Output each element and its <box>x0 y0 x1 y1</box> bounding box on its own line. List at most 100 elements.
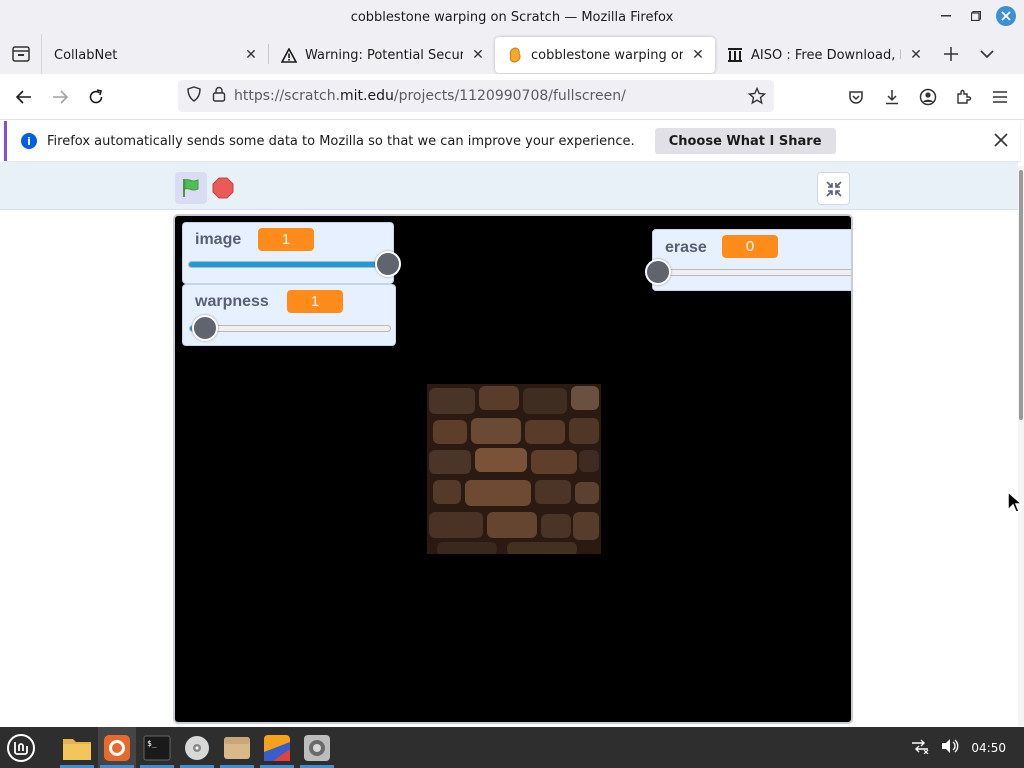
choose-what-i-share-button[interactable]: Choose What I Share <box>654 128 836 154</box>
monitor-label: image <box>195 231 242 248</box>
monitor-slider-track[interactable] <box>188 261 388 268</box>
list-all-tabs-button[interactable] <box>969 36 1005 72</box>
notification-message: Firefox automatically sends some data to… <box>47 133 635 149</box>
downloads-button[interactable] <box>874 79 910 115</box>
firefox-icon <box>104 734 130 761</box>
reload-button[interactable] <box>78 79 114 115</box>
linux-mint-icon <box>7 733 35 762</box>
download-icon <box>886 90 898 105</box>
scrollbar-thumb[interactable] <box>1019 170 1023 420</box>
scratch-page: image 1 warpness 1 erase 0 <box>0 162 1018 727</box>
disc-icon <box>185 735 209 760</box>
unfullscreen-icon <box>825 180 842 197</box>
back-button[interactable] <box>6 79 42 115</box>
back-arrow-icon <box>16 89 31 104</box>
window-controls <box>936 6 1016 26</box>
tab-close-button[interactable]: ✕ <box>242 47 260 63</box>
monitor-value: 0 <box>722 235 778 258</box>
data-collection-notification: i Firefox automatically sends some data … <box>4 121 1020 161</box>
tab-aiso[interactable]: AISO : Free Download, Borrow ✕ <box>715 37 933 73</box>
tab-strip: CollabNet ✕ Warning: Potential Security … <box>0 34 1024 74</box>
tab-title: AISO : Free Download, Borrow <box>751 47 901 63</box>
account-button[interactable] <box>910 79 946 115</box>
maximize-button[interactable] <box>966 6 986 26</box>
restore-icon <box>971 11 981 21</box>
tab-title: CollabNet <box>54 47 118 63</box>
monitor-image: image 1 <box>182 222 401 284</box>
stop-icon <box>212 177 234 199</box>
taskbar-archive[interactable] <box>218 727 256 768</box>
window-titlebar: cobblestone warping on Scratch — Mozilla… <box>0 0 1024 34</box>
toolbar-buttons <box>838 79 1024 115</box>
taskbar: $_ 04:50 <box>0 727 1024 768</box>
monitor-slider-thumb[interactable] <box>645 259 671 285</box>
page-scrollbar[interactable] <box>1018 166 1024 726</box>
tab-title: Warning: Potential Security Risk <box>305 47 463 63</box>
window-title: cobblestone warping on Scratch — Mozilla… <box>350 9 674 25</box>
plus-icon <box>944 47 958 61</box>
monitor-value: 1 <box>258 228 314 251</box>
monitor-warpness: warpness 1 <box>182 284 396 346</box>
monitor-label: warpness <box>195 293 269 310</box>
close-window-button[interactable] <box>996 6 1016 26</box>
volume-icon[interactable] <box>941 738 959 758</box>
taskbar-drawing[interactable] <box>258 727 296 768</box>
close-icon <box>994 133 1008 147</box>
navigation-bar: https://scratch.mit.edu/projects/1120990… <box>0 74 1024 120</box>
tab-security-warning[interactable]: Warning: Potential Security Risk ✕ <box>269 37 495 73</box>
extensions-button[interactable] <box>946 79 982 115</box>
network-icon[interactable] <box>911 738 929 758</box>
bookmark-star-icon[interactable] <box>747 86 767 109</box>
monitor-slider-track[interactable] <box>658 269 851 276</box>
forward-button[interactable] <box>42 79 78 115</box>
cobblestone-sprite <box>427 384 601 554</box>
exit-fullscreen-button[interactable] <box>817 172 850 205</box>
mouse-pointer-icon <box>1006 490 1024 514</box>
url-bar[interactable]: https://scratch.mit.edu/projects/1120990… <box>178 80 774 112</box>
puzzle-icon <box>957 89 972 104</box>
account-icon <box>919 88 937 106</box>
taskbar-disc[interactable] <box>178 727 216 768</box>
new-tab-button[interactable] <box>933 36 969 72</box>
scratch-icon <box>507 47 523 63</box>
monitor-erase: erase 0 <box>645 229 851 291</box>
tab-collabnet[interactable]: CollabNet ✕ <box>42 37 268 73</box>
monitor-value: 1 <box>287 290 343 313</box>
start-menu-button[interactable] <box>0 727 42 768</box>
forward-arrow-icon <box>53 89 68 104</box>
screenshot-icon <box>304 734 330 761</box>
tracking-protection-icon[interactable] <box>186 86 202 106</box>
warning-icon <box>281 47 297 63</box>
tab-close-button[interactable]: ✕ <box>907 47 925 63</box>
url-text[interactable]: https://scratch.mit.edu/projects/1120990… <box>234 88 626 104</box>
svg-text:$_: $_ <box>147 739 157 748</box>
minimize-icon <box>941 15 951 17</box>
green-flag-button[interactable] <box>175 172 207 204</box>
close-notification-button[interactable] <box>994 131 1008 152</box>
terminal-icon: $_ <box>143 735 171 760</box>
taskbar-firefox[interactable] <box>98 727 136 768</box>
clock[interactable]: 04:50 <box>971 741 1006 755</box>
minimize-button[interactable] <box>936 6 956 26</box>
taskbar-screenshot[interactable] <box>298 727 336 768</box>
monitor-slider-track[interactable] <box>189 325 391 332</box>
tab-close-button[interactable]: ✕ <box>689 47 707 63</box>
stop-button[interactable] <box>212 177 234 199</box>
monitor-slider-thumb[interactable] <box>192 315 219 341</box>
app-menu-button[interactable] <box>982 79 1018 115</box>
hamburger-menu-icon <box>993 91 1007 103</box>
url-prefix: https://scratch. <box>234 88 341 104</box>
firefox-view-button[interactable] <box>0 34 42 74</box>
url-path: /projects/1120990708/fullscreen/ <box>393 88 626 104</box>
info-icon: i <box>21 133 37 149</box>
monitor-slider-thumb[interactable] <box>375 251 401 277</box>
lock-icon[interactable] <box>212 86 226 106</box>
tab-close-button[interactable]: ✕ <box>469 47 487 63</box>
tab-scratch-project[interactable]: cobblestone warping on Scratch ✕ <box>495 37 715 73</box>
taskbar-files[interactable] <box>58 727 96 768</box>
scratch-stage[interactable]: image 1 warpness 1 erase 0 <box>173 214 853 724</box>
taskbar-terminal[interactable]: $_ <box>138 727 176 768</box>
reload-icon <box>89 88 103 103</box>
pocket-button[interactable] <box>838 79 874 115</box>
close-icon <box>1001 11 1011 21</box>
